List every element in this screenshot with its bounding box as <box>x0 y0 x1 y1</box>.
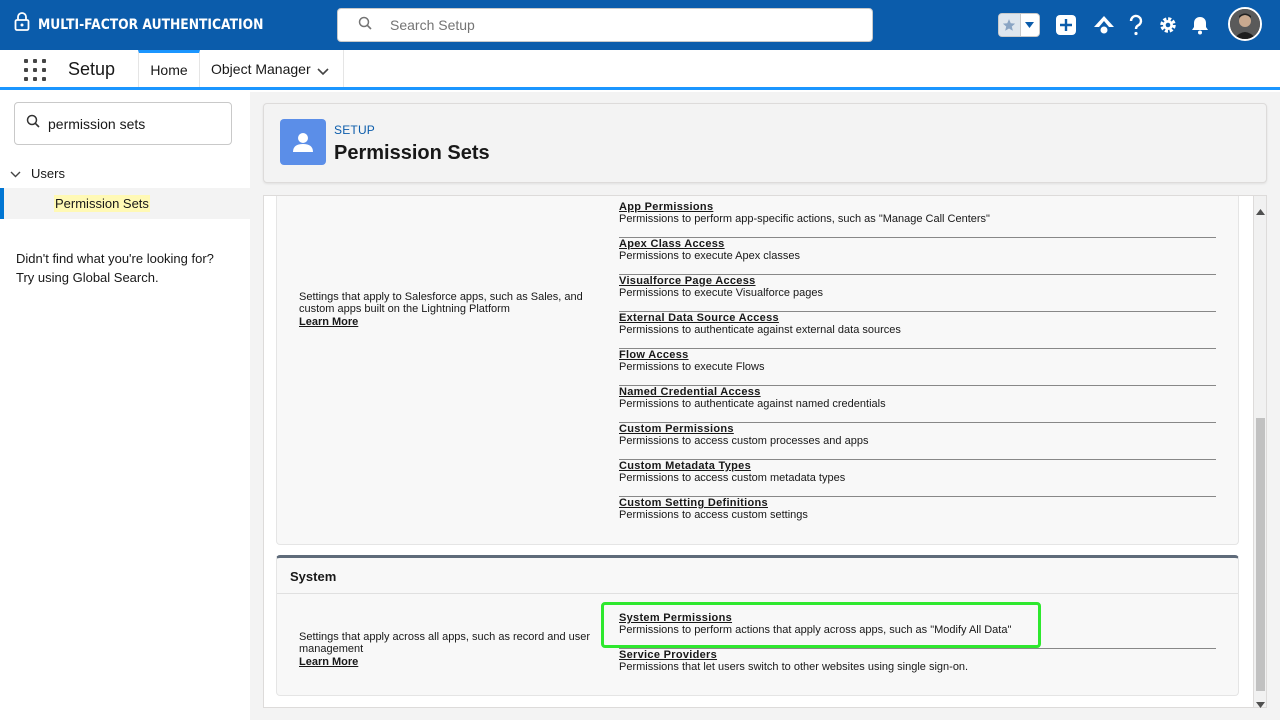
tree-item-permission-sets[interactable]: Permission Sets <box>0 188 250 219</box>
star-icon[interactable] <box>999 14 1020 36</box>
app-launcher-icon[interactable] <box>24 59 46 81</box>
perm-description: Permissions to execute Visualforce pages <box>619 287 824 299</box>
gear-icon[interactable] <box>1156 13 1180 37</box>
perm-external-data-source-access: External Data Source Access Permissions … <box>619 312 1216 349</box>
system-section: System Settings that apply across all ap… <box>276 555 1239 696</box>
perm-visualforce-page-access: Visualforce Page Access Permissions to e… <box>619 275 1216 312</box>
app-name: Setup <box>68 59 116 79</box>
brand: MULTI-FACTOR AUTHENTICATION <box>14 12 294 37</box>
perm-service-providers: Service Providers Permissions that let u… <box>619 649 1216 686</box>
system-learn-more-link[interactable]: Learn More <box>299 656 599 668</box>
scroll-up-icon[interactable] <box>1256 202 1265 220</box>
perm-custom-metadata-types: Custom Metadata Types Permissions to acc… <box>619 460 1216 497</box>
perm-flow-access: Flow Access Permissions to execute Flows <box>619 349 1216 386</box>
content-frame: Settings that apply to Salesforce apps, … <box>263 195 1254 708</box>
not-found-line-2: Try using Global Search. <box>16 270 159 285</box>
perm-named-credential-access: Named Credential Access Permissions to a… <box>619 386 1216 423</box>
search-icon <box>358 16 372 35</box>
tree-item-permission-sets-label: Permission Sets <box>54 195 150 212</box>
system-section-description: Settings that apply across all apps, suc… <box>299 631 599 668</box>
perm-description: Permissions to authenticate against exte… <box>619 324 901 336</box>
flow-access-link[interactable]: Flow Access <box>619 349 1216 361</box>
chevron-down-icon[interactable] <box>317 63 329 79</box>
perm-description: Permissions to perform app-specific acti… <box>619 213 990 225</box>
tab-object-manager-label: Object Manager <box>211 60 311 77</box>
global-search[interactable] <box>337 8 873 42</box>
scrollbar-thumb[interactable] <box>1256 418 1265 691</box>
help-icon[interactable] <box>1124 13 1148 37</box>
favorites-button[interactable] <box>998 13 1040 37</box>
page-title: Permission Sets <box>334 142 490 164</box>
content-scrollbar[interactable] <box>1254 195 1267 708</box>
page-eyebrow: SETUP <box>334 123 376 137</box>
header-actions <box>998 12 1212 38</box>
system-description-text: Settings that apply across all apps, suc… <box>299 631 591 655</box>
system-section-header: System <box>277 558 1238 594</box>
service-providers-link[interactable]: Service Providers <box>619 649 1216 661</box>
chevron-down-icon[interactable] <box>1019 14 1039 36</box>
custom-metadata-types-link[interactable]: Custom Metadata Types <box>619 460 1216 472</box>
search-icon <box>26 114 40 133</box>
perm-description: Permissions to access custom settings <box>619 509 808 521</box>
apps-section-description: Settings that apply to Salesforce apps, … <box>299 291 599 328</box>
not-found-line-1: Didn't find what you're looking for? <box>16 251 214 266</box>
apps-description-text: Settings that apply to Salesforce apps, … <box>299 291 583 315</box>
apex-class-access-link[interactable]: Apex Class Access <box>619 238 1216 250</box>
perm-custom-permissions: Custom Permissions Permissions to access… <box>619 423 1216 460</box>
avatar[interactable] <box>1228 7 1262 41</box>
perm-description: Permissions to access custom processes a… <box>619 435 869 447</box>
custom-setting-definitions-link[interactable]: Custom Setting Definitions <box>619 497 1216 509</box>
tree-node-users-label: Users <box>31 166 65 181</box>
named-credential-access-link[interactable]: Named Credential Access <box>619 386 1216 398</box>
perm-custom-setting-definitions: Custom Setting Definitions Permissions t… <box>619 497 1216 534</box>
perm-description: Permissions to execute Flows <box>619 361 765 373</box>
perm-description: Permissions to execute Apex classes <box>619 250 800 262</box>
apps-section: Settings that apply to Salesforce apps, … <box>276 196 1239 545</box>
quick-find-input[interactable] <box>48 115 218 132</box>
bell-icon[interactable] <box>1188 13 1212 37</box>
apps-learn-more-link[interactable]: Learn More <box>299 316 599 328</box>
trailhead-icon[interactable] <box>1092 13 1116 37</box>
tab-object-manager[interactable]: Object Manager <box>200 50 344 87</box>
tree-node-users[interactable]: Users <box>10 166 65 181</box>
perm-description: Permissions to authenticate against name… <box>619 398 886 410</box>
tab-home[interactable]: Home <box>138 50 200 87</box>
external-data-source-access-link[interactable]: External Data Source Access <box>619 312 1216 324</box>
perm-description: Permissions that let users switch to oth… <box>619 661 969 673</box>
app-title: MULTI-FACTOR AUTHENTICATION <box>38 16 264 33</box>
app-nav-bar: Setup Home Object Manager <box>0 50 1280 90</box>
system-permissions-highlight <box>601 602 1041 648</box>
global-header: MULTI-FACTOR AUTHENTICATION <box>0 0 1280 50</box>
user-icon <box>280 119 326 165</box>
not-found-hint: Didn't find what you're looking for? Try… <box>16 249 236 287</box>
app-permissions-link[interactable]: App Permissions <box>619 201 1216 213</box>
search-input[interactable] <box>390 17 830 33</box>
chevron-down-icon[interactable] <box>10 166 21 181</box>
add-icon[interactable] <box>1054 13 1078 37</box>
custom-permissions-link[interactable]: Custom Permissions <box>619 423 1216 435</box>
perm-description: Permissions to access custom metadata ty… <box>619 472 846 484</box>
quick-find[interactable] <box>14 102 232 145</box>
page-header: SETUP Permission Sets <box>263 103 1267 183</box>
lock-icon <box>14 12 30 37</box>
perm-app-permissions: App Permissions Permissions to perform a… <box>619 201 1216 238</box>
scroll-down-icon[interactable] <box>1256 695 1265 713</box>
visualforce-page-access-link[interactable]: Visualforce Page Access <box>619 275 1216 287</box>
setup-sidebar: Users Permission Sets Didn't find what y… <box>0 92 250 720</box>
system-section-title: System <box>290 569 337 584</box>
perm-apex-class-access: Apex Class Access Permissions to execute… <box>619 238 1216 275</box>
